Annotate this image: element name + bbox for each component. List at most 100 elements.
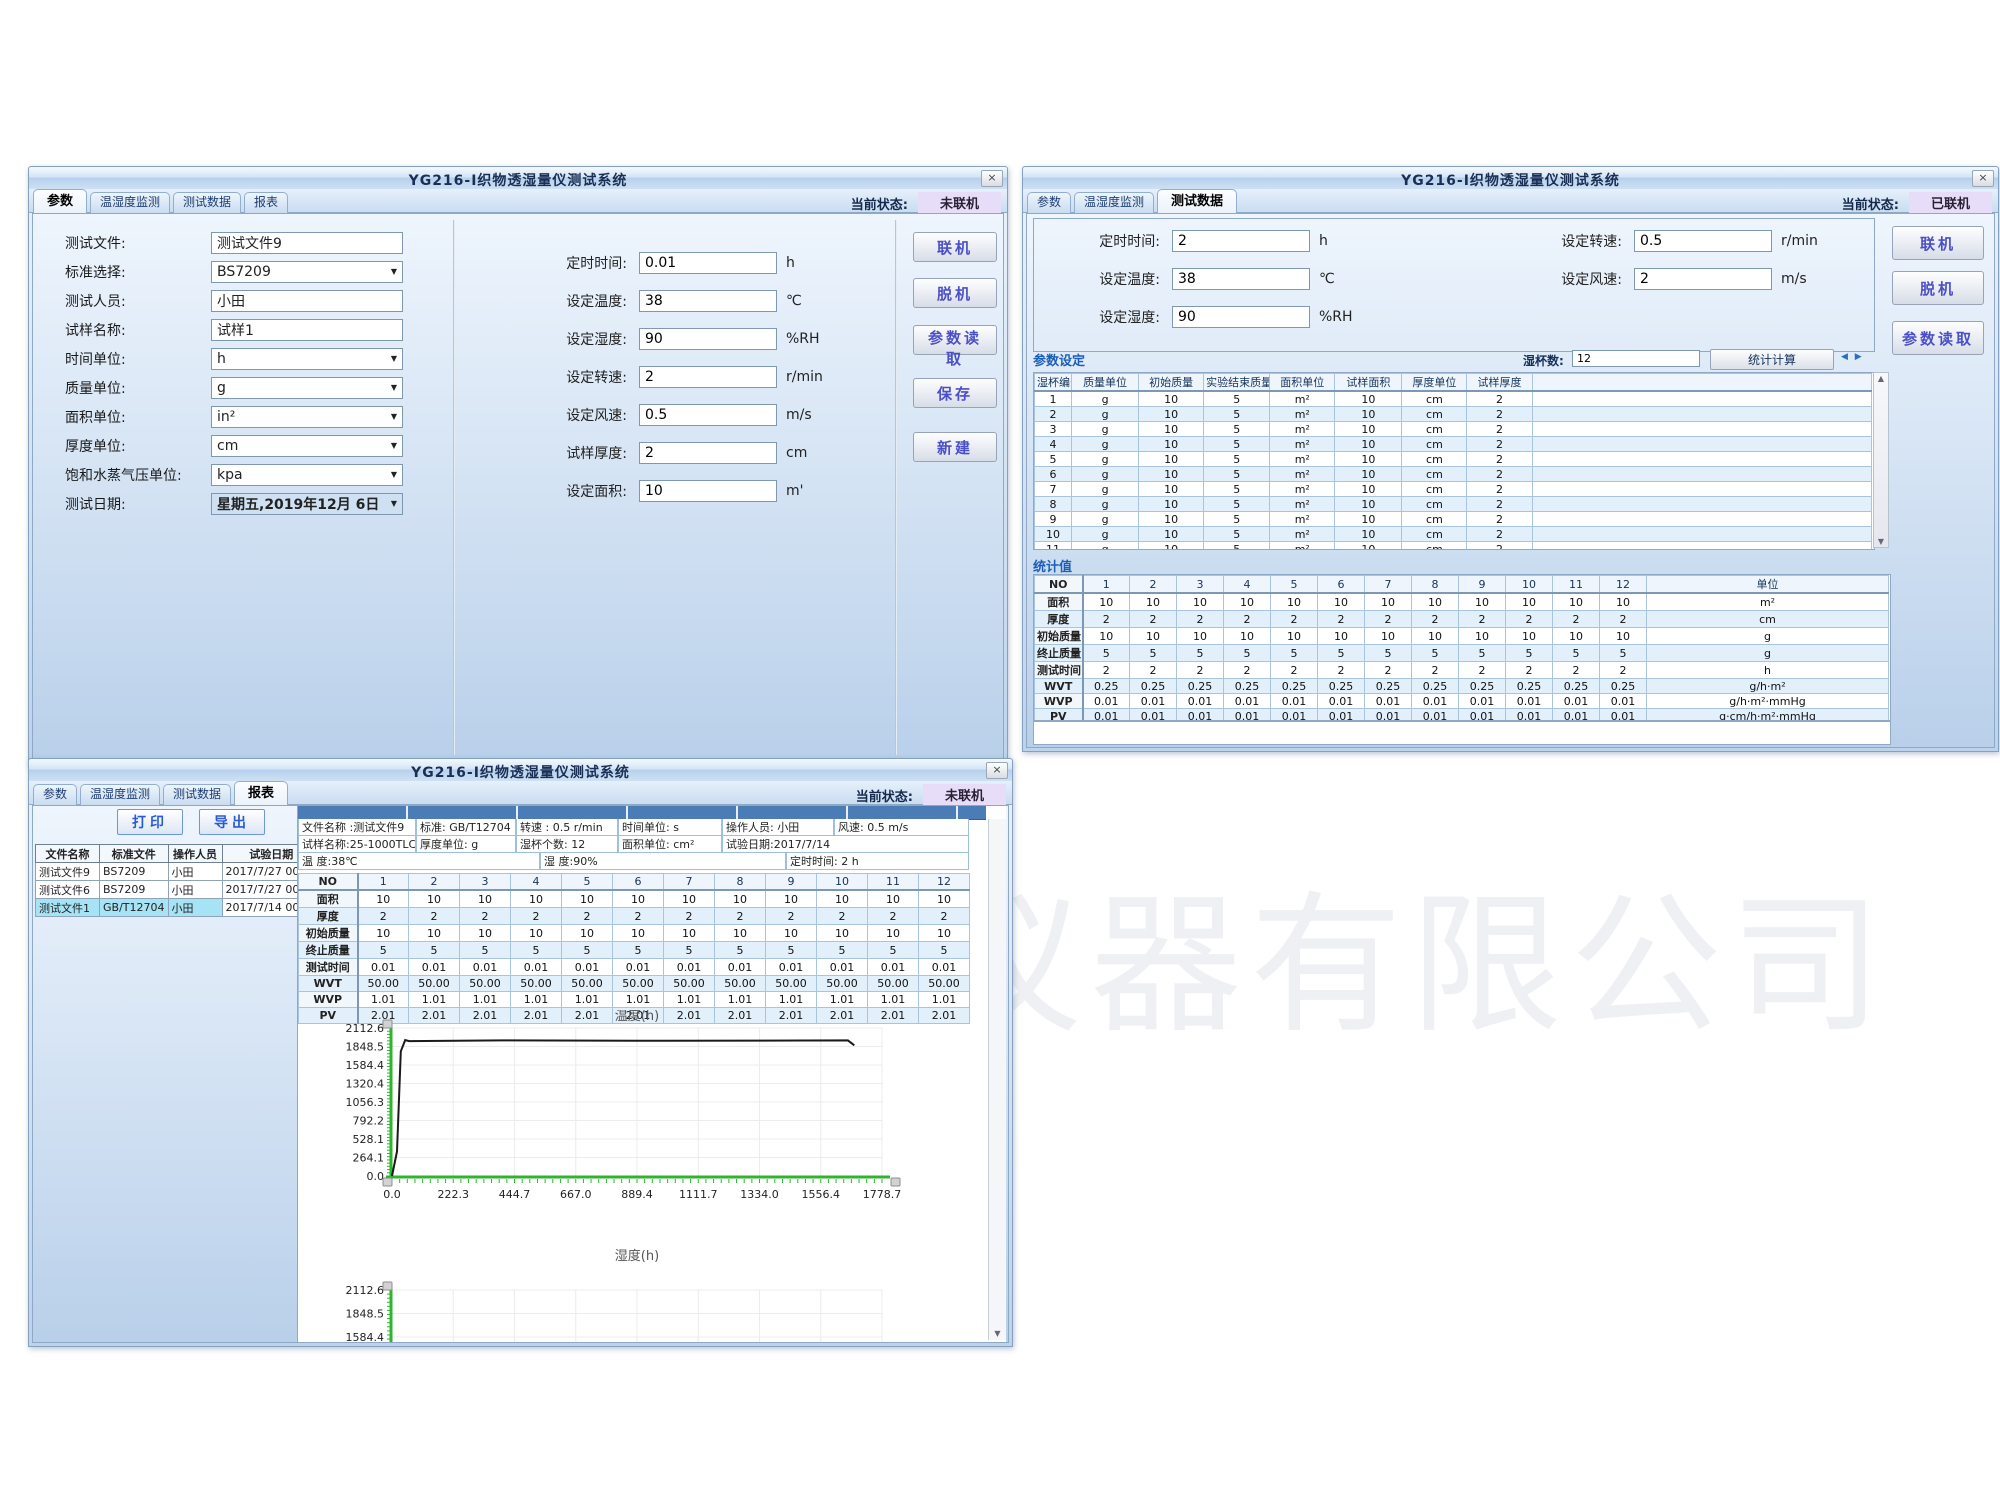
column-header[interactable]: 标准文件 <box>100 845 169 863</box>
close-icon[interactable]: × <box>981 170 1003 187</box>
setting-input[interactable] <box>639 290 777 312</box>
button-联机[interactable]: 联机 <box>1892 226 1984 260</box>
combo-field[interactable]: kpa▼ <box>211 464 403 486</box>
dropdown-icon[interactable]: ▼ <box>391 267 397 276</box>
pager-left-icon[interactable]: ◀ <box>1841 352 1850 362</box>
table-row: 测试时间0.010.010.010.010.010.010.010.010.01… <box>299 959 970 976</box>
cell: 0.01 <box>511 959 562 976</box>
setting-input[interactable] <box>639 404 777 426</box>
tab-参数[interactable]: 参数 <box>33 189 87 213</box>
cell: 10 <box>460 890 511 908</box>
cell: 5 <box>1204 467 1270 482</box>
setting-input[interactable] <box>639 366 777 388</box>
setpoint-input[interactable] <box>1172 230 1310 252</box>
print-button[interactable]: 打印 <box>117 809 183 835</box>
export-button[interactable]: 导出 <box>199 809 265 835</box>
combo-field[interactable]: h▼ <box>211 348 403 370</box>
scroll-down-icon[interactable]: ▼ <box>989 1329 1006 1338</box>
tab-温湿度监测[interactable]: 温湿度监测 <box>1074 192 1154 213</box>
combo-field[interactable]: BS7209▼ <box>211 261 403 283</box>
button-参数读取[interactable]: 参数读取 <box>1892 321 1984 355</box>
input-field[interactable]: 试样1 <box>211 319 403 341</box>
table-row[interactable]: 4g105m²10cm2 <box>1035 437 1872 452</box>
titlebar[interactable]: YG216-I织物透湿量仪测试系统 × <box>1023 167 1998 190</box>
column-header[interactable]: 操作人员 <box>168 845 222 863</box>
dropdown-icon[interactable]: ▼ <box>391 441 397 450</box>
input-field[interactable]: 小田 <box>211 290 403 312</box>
combo-field[interactable]: in²▼ <box>211 406 403 428</box>
param-table-scrollbar[interactable]: ▲ ▼ <box>1873 372 1889 548</box>
report-scrollbar[interactable]: ▼ <box>988 819 1006 1340</box>
combo-field[interactable]: g▼ <box>211 377 403 399</box>
dropdown-icon[interactable]: ▼ <box>391 412 397 421</box>
button-参数读取[interactable]: 参数读取 <box>913 325 997 355</box>
cup-count-input[interactable] <box>1572 350 1700 367</box>
pager-arrows[interactable]: ◀ ▶ <box>1841 352 1864 362</box>
tab-报表[interactable]: 报表 <box>244 192 288 213</box>
button-脱机[interactable]: 脱机 <box>913 278 997 308</box>
dropdown-icon[interactable]: ▼ <box>391 383 397 392</box>
cell: 10 <box>1335 407 1402 422</box>
setting-input[interactable] <box>639 442 777 464</box>
file-row[interactable]: 测试文件6BS7209小田2017/7/27 00:00 <box>36 881 321 899</box>
cell: 10 <box>1271 593 1318 611</box>
tab-温湿度监测[interactable]: 温湿度监测 <box>80 784 160 805</box>
close-icon[interactable]: × <box>986 762 1008 779</box>
table-row[interactable]: 2g105m²10cm2 <box>1035 407 1872 422</box>
tab-测试数据[interactable]: 测试数据 <box>173 192 241 213</box>
setting-input[interactable] <box>639 480 777 502</box>
table-row[interactable]: 5g105m²10cm2 <box>1035 452 1872 467</box>
table-row[interactable]: 10g105m²10cm2 <box>1035 527 1872 542</box>
setting-input[interactable] <box>639 328 777 350</box>
combo-field[interactable]: cm▼ <box>211 435 403 457</box>
setting-label: 设定风速: <box>507 405 627 425</box>
button-脱机[interactable]: 脱机 <box>1892 271 1984 305</box>
cell: 10 <box>1459 628 1506 645</box>
cell: 1.01 <box>460 992 511 1008</box>
row-header: 测试时间 <box>299 959 358 976</box>
cell: g <box>1072 497 1139 512</box>
scroll-up-icon[interactable]: ▲ <box>1874 374 1888 383</box>
date-picker-field[interactable]: 星期五,2019年12月 6日▼ <box>211 493 403 515</box>
tab-测试数据[interactable]: 测试数据 <box>163 784 231 805</box>
setting-input[interactable] <box>639 252 777 274</box>
button-新建[interactable]: 新建 <box>913 432 997 462</box>
setpoint-input[interactable] <box>1172 306 1310 328</box>
tab-参数[interactable]: 参数 <box>1027 192 1071 213</box>
titlebar[interactable]: YG216-I织物透湿量仪测试系统 × <box>29 759 1012 782</box>
dropdown-icon[interactable]: ▼ <box>391 499 397 508</box>
cell: 10 <box>1335 497 1402 512</box>
table-row[interactable]: 6g105m²10cm2 <box>1035 467 1872 482</box>
cell: 10 <box>1412 593 1459 611</box>
table-row[interactable]: 8g105m²10cm2 <box>1035 497 1872 512</box>
file-row[interactable]: 测试文件1GB/T12704小田2017/7/14 00:00 <box>36 899 321 917</box>
setpoint-input[interactable] <box>1634 230 1772 252</box>
cell: 0.01 <box>358 959 409 976</box>
button-保存[interactable]: 保存 <box>913 378 997 408</box>
close-icon[interactable]: × <box>1972 170 1994 187</box>
tab-温湿度监测[interactable]: 温湿度监测 <box>90 192 170 213</box>
setpoint-input[interactable] <box>1172 268 1310 290</box>
column-header: 8 <box>1412 576 1459 594</box>
table-row[interactable]: 11g105m²10cm2 <box>1035 542 1872 551</box>
table-row[interactable]: 1g105m²10cm2 <box>1035 391 1872 407</box>
tab-测试数据[interactable]: 测试数据 <box>1157 189 1237 213</box>
tab-报表[interactable]: 报表 <box>234 781 288 805</box>
dropdown-icon[interactable]: ▼ <box>391 354 397 363</box>
pager-right-icon[interactable]: ▶ <box>1855 352 1864 362</box>
table-row[interactable]: 3g105m²10cm2 <box>1035 422 1872 437</box>
setpoint-input[interactable] <box>1634 268 1772 290</box>
file-row[interactable]: 测试文件9BS7209小田2017/7/27 00:00 <box>36 863 321 881</box>
titlebar[interactable]: YG216-I织物透湿量仪测试系统 × <box>29 167 1007 190</box>
table-row[interactable]: 9g105m²10cm2 <box>1035 512 1872 527</box>
input-field[interactable]: 测试文件9 <box>211 232 403 254</box>
button-联机[interactable]: 联机 <box>913 232 997 262</box>
column-header[interactable]: 文件名称 <box>36 845 100 863</box>
column-header: 5 <box>1271 576 1318 594</box>
table-row[interactable]: 7g105m²10cm2 <box>1035 482 1872 497</box>
scroll-down-icon[interactable]: ▼ <box>1874 537 1888 546</box>
dropdown-icon[interactable]: ▼ <box>391 470 397 479</box>
cell: 1.01 <box>562 992 613 1008</box>
stat-calc-button[interactable]: 统计计算 <box>1710 349 1834 370</box>
tab-参数[interactable]: 参数 <box>33 784 77 805</box>
